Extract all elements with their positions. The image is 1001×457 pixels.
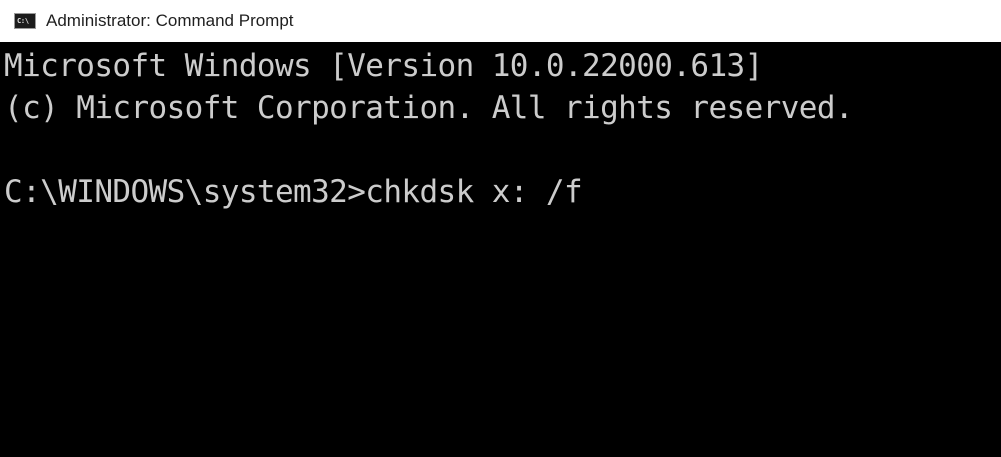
command-prompt-icon-glyph: C:\: [17, 16, 29, 25]
title-bar[interactable]: C:\ Administrator: Command Prompt: [0, 0, 1001, 42]
command-prompt-icon[interactable]: C:\: [14, 13, 36, 29]
command-prompt-window[interactable]: C:\ Administrator: Command Prompt Micros…: [0, 0, 1001, 457]
console-area[interactable]: Microsoft Windows [Version 10.0.22000.61…: [0, 42, 1001, 457]
console-line-command[interactable]: C:\WINDOWS\system32>chkdsk x: /f: [4, 172, 583, 212]
console-line-copyright: (c) Microsoft Corporation. All rights re…: [4, 90, 854, 126]
console-line-version: Microsoft Windows [Version 10.0.22000.61…: [4, 48, 763, 84]
window-title: Administrator: Command Prompt: [46, 11, 294, 30]
